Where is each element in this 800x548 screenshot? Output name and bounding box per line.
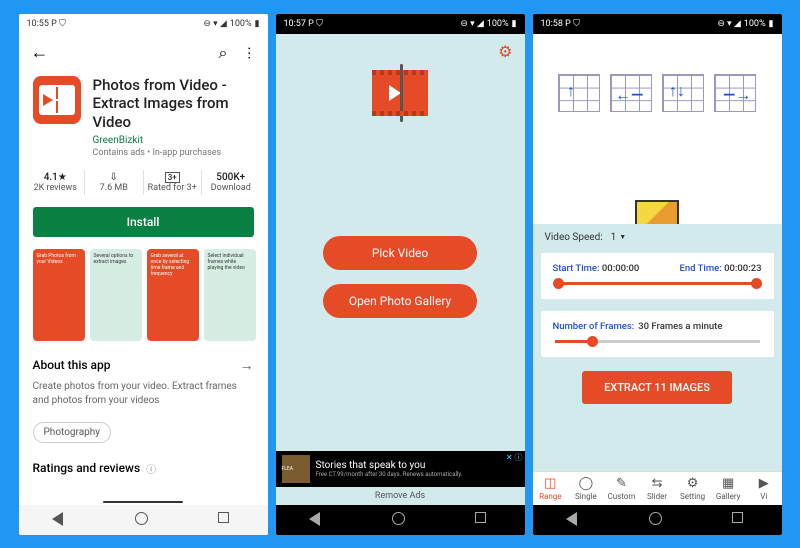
range-end-thumb[interactable]: [751, 278, 762, 289]
stat-age[interactable]: 3+Rated for 3+: [144, 170, 203, 195]
phone-extract: 10:58 P ⛉ ⊖ ▾ ◢ 100% ▮ ↑ ←— ↑↓ —→ Video …: [533, 14, 782, 535]
more-icon[interactable]: ⋯: [241, 46, 257, 60]
stats-row: 4.1★2K reviews ⇩7.6 MB 3+Rated for 3+ 50…: [19, 164, 268, 201]
stat-downloads: 500K+Download: [202, 170, 260, 195]
screenshots[interactable]: Grab Photos from your Videos Several opt…: [19, 243, 268, 347]
nav-bar: [19, 505, 268, 535]
tab-setting[interactable]: ⚙Setting: [675, 476, 711, 501]
ad-close-icon[interactable]: ✕ ⓘ: [506, 452, 523, 463]
nav-bar: [533, 505, 782, 535]
info-icon[interactable]: ⓘ: [146, 461, 156, 476]
tab-custom[interactable]: ✎Custom: [604, 476, 640, 501]
remove-ads-link[interactable]: Remove Ads: [276, 487, 525, 505]
phone-playstore: 10:55 P ⛉ ⊖ ▾ ◢ 100% ▮ ← ⌕ ⋯ Photos from…: [19, 14, 268, 535]
category-tag[interactable]: Photography: [33, 422, 112, 443]
ad-title: Stories that speak to you: [316, 460, 463, 471]
speed-label: Video Speed:: [545, 232, 603, 243]
reviews-label: Ratings and reviews: [33, 461, 141, 475]
nav-recent[interactable]: [218, 512, 234, 528]
app-subtitle: Contains ads • In-app purchases: [93, 148, 254, 158]
app-hero: Photos from Video - Extract Images from …: [19, 72, 268, 164]
grid-3: ↑↓: [662, 74, 704, 112]
about-description: Create photos from your video. Extract f…: [19, 380, 268, 416]
main-area: ⚙ Pick Video Open Photo Gallery FLEA Sto…: [276, 34, 525, 505]
extract-button[interactable]: EXTRACT 11 IMAGES: [582, 371, 732, 404]
open-gallery-button[interactable]: Open Photo Gallery: [323, 284, 477, 318]
screenshot-4[interactable]: Select individual frames while playing t…: [204, 249, 256, 341]
extract-screen: ↑ ←— ↑↓ —→ Video Speed: 1 ▼ Start Time: …: [533, 34, 782, 505]
nav-bar: [276, 505, 525, 535]
frames-slider[interactable]: [555, 340, 760, 343]
caret-down-icon: ▼: [619, 233, 626, 241]
nav-back[interactable]: [566, 512, 582, 528]
ad-banner[interactable]: FLEA Stories that speak to you Free CT.9…: [276, 451, 525, 487]
app-bar: ← ⌕ ⋯: [19, 34, 268, 72]
tab-slider[interactable]: ⇆Slider: [639, 476, 675, 501]
gesture-bar: [103, 501, 183, 503]
about-label: About this app: [33, 358, 111, 372]
phone-app-main: 10:57 P ⛉ ⊖ ▾ ◢ 100% ▮ ⚙ Pick Video Open…: [276, 14, 525, 535]
speed-row: Video Speed: 1 ▼: [533, 224, 782, 247]
tab-video[interactable]: ▶Vi: [746, 476, 782, 501]
developer-link[interactable]: GreenBizkit: [93, 135, 254, 146]
install-button[interactable]: Install: [33, 207, 254, 237]
status-bar: 10:55 P ⛉ ⊖ ▾ ◢ 100% ▮: [19, 14, 268, 34]
speed-dropdown[interactable]: 1 ▼: [611, 232, 627, 243]
pick-video-button[interactable]: Pick Video: [323, 236, 477, 270]
status-bar: 10:58 P ⛉ ⊖ ▾ ◢ 100% ▮: [533, 14, 782, 34]
nav-home[interactable]: [135, 512, 151, 528]
reviews-row[interactable]: Ratings and reviews ⓘ: [19, 449, 268, 482]
ad-subtitle: Free CT.99/month after 30 days. Renews a…: [316, 471, 463, 478]
range-start-thumb[interactable]: [553, 278, 564, 289]
nav-home[interactable]: [649, 512, 665, 528]
time-range-card: Start Time: 00:00:00 End Time: 00:00:23: [541, 253, 774, 299]
frames-card: Number of Frames: 30 Frames a minute: [541, 311, 774, 357]
range-slider[interactable]: [555, 282, 760, 285]
video-preview[interactable]: ↑ ←— ↑↓ —→: [533, 34, 782, 224]
arrow-right-icon: →: [240, 357, 254, 374]
screenshot-1[interactable]: Grab Photos from your Videos: [33, 249, 85, 341]
nav-back[interactable]: [52, 512, 68, 528]
tab-gallery[interactable]: ▦Gallery: [710, 476, 746, 501]
nav-recent[interactable]: [732, 512, 748, 528]
frames-thumb[interactable]: [587, 336, 598, 347]
grid-2: ←—: [610, 74, 652, 112]
stat-rating[interactable]: 4.1★2K reviews: [27, 170, 86, 195]
back-icon[interactable]: ←: [31, 42, 49, 63]
tab-single[interactable]: ◯Single: [568, 476, 604, 501]
grid-1: ↑: [558, 74, 600, 112]
search-icon[interactable]: ⌕: [219, 43, 228, 63]
stat-size: ⇩7.6 MB: [85, 170, 144, 195]
about-row[interactable]: About this app →: [19, 347, 268, 380]
tab-range[interactable]: ◫Range: [533, 476, 569, 501]
app-icon: [33, 76, 81, 124]
nav-home[interactable]: [392, 512, 408, 528]
nav-back[interactable]: [309, 512, 325, 528]
screenshot-2[interactable]: Several options to extract images: [90, 249, 142, 341]
ad-image: FLEA: [282, 455, 310, 483]
bottom-tabs: ◫Range ◯Single ✎Custom ⇆Slider ⚙Setting …: [533, 471, 782, 505]
cube-object: [635, 200, 679, 224]
settings-icon[interactable]: ⚙: [498, 42, 512, 61]
grid-4: —→: [714, 74, 756, 112]
screenshot-3[interactable]: Grab several at once by selecting time f…: [147, 249, 199, 341]
status-bar: 10:57 P ⛉ ⊖ ▾ ◢ 100% ▮: [276, 14, 525, 34]
app-logo: [372, 70, 428, 116]
nav-recent[interactable]: [475, 512, 491, 528]
app-title: Photos from Video - Extract Images from …: [93, 76, 254, 132]
